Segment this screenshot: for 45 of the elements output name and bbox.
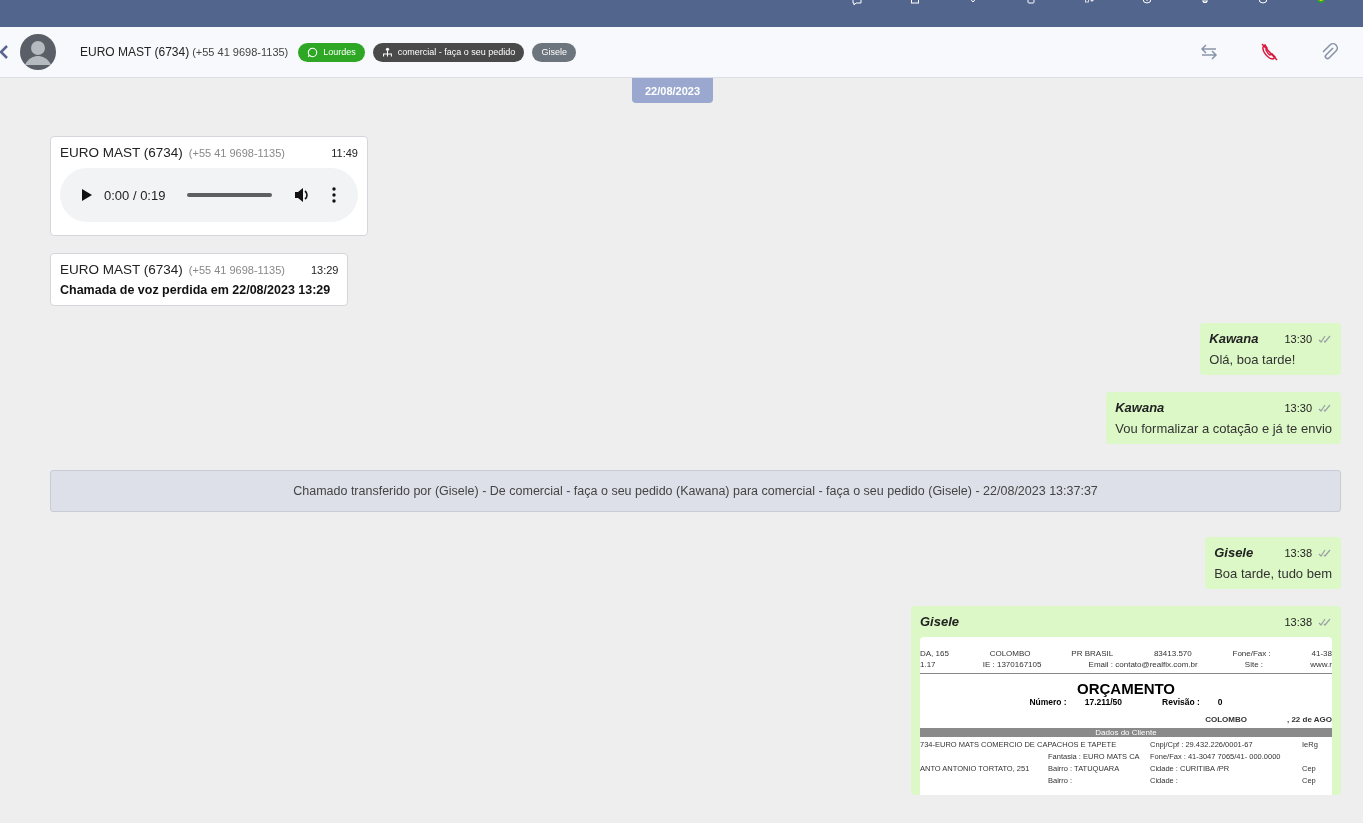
document-text: 83413.570 [1153,649,1192,658]
document-label: Revisão : [1162,697,1200,707]
sender-name: Kawana [1115,400,1165,415]
document-text: Fone/Fax : [1232,649,1271,658]
message-text: Olá, boa tarde! [1209,352,1297,367]
sender-name: EURO MAST (6734) [60,262,183,277]
sender-name: EURO MAST (6734) [60,145,183,160]
contact-name: EURO MAST (6734) [80,45,190,59]
document-text: Email : contato@realfix.com.br [1088,660,1198,669]
message-text: Chamada de voz perdida em 22/08/2023 13:29 [60,283,332,297]
message-text: Boa tarde, tudo bem [1214,566,1332,581]
sender-phone: (+55 41 9698-1135) [188,147,285,159]
document-label: Número : [1029,697,1067,707]
document-value: 17.211/50 [1084,697,1123,707]
message-text: Vou formalizar a cotação e já te envio [1115,421,1332,436]
sender-name: Kawana [1209,331,1259,346]
sender-phone: (+55 41 9698-1135) [188,264,285,276]
document-section-header: Dados do Cliente [920,728,1332,737]
contact-phone: (+55 41 9698-1135) [192,46,289,58]
message-time: 13:38 [1284,616,1312,628]
system-message: Chamado transferido por (Gisele) - De comercial - faça o seu pedido (Kawana) para comercial - faça o seu pedido (Gisele) - 22/08/2023 13:37:37 [50,470,1341,512]
message-time: 13:29 [310,264,339,276]
document-text: Site : [1244,660,1264,669]
audio-time: 0:00 / 0:19 [104,187,166,203]
tag[interactable]: comercial - faça o seu pedido [372,42,525,62]
message-time: 13:38 [1284,547,1312,559]
sender-name: Gisele [920,614,960,629]
document-text: 1.17 [920,660,936,669]
tag[interactable]: Gisele [532,42,576,62]
date-badge: 22/08/2023 [631,78,714,103]
document-text: COLOMBO [989,649,1031,658]
document-title: ORÇAMENTO [1075,680,1176,697]
audio-player[interactable]: 0:00 / 0:19 [60,168,358,222]
document-text: , 22 de AGO [1286,715,1332,724]
message-time: 13:30 [1284,333,1312,345]
document-text: COLOMBO [1205,715,1247,724]
document-text: IE : 1370167105 [982,660,1042,669]
message-time: 11:49 [331,147,358,159]
document-text: PR BRASIL [1071,649,1114,658]
document-text: 41-38 [1311,649,1332,658]
document-value: 0 [1217,697,1223,707]
message-time: 13:30 [1284,402,1312,414]
document-text: DA, 165 [920,649,949,658]
sender-name: Gisele [1214,545,1254,560]
document-text: www.r [1310,660,1332,669]
